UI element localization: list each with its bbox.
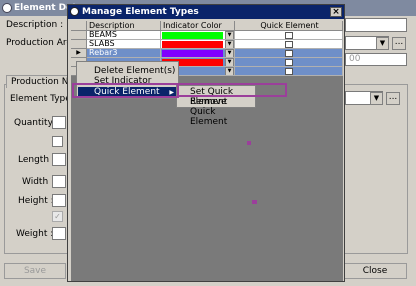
color-swatch (162, 41, 223, 48)
quick-element-checkbox[interactable] (285, 41, 293, 48)
color-dropdown-icon[interactable]: ▼ (225, 49, 234, 57)
close-icon[interactable]: × (330, 7, 342, 17)
indicator-color-cell[interactable]: ▼ (161, 40, 235, 49)
color-dropdown-icon[interactable]: ▼ (225, 40, 234, 48)
highlight-quick-element (72, 83, 179, 98)
element-type-browse-button[interactable]: ... (386, 92, 400, 105)
height-checkbox-checked[interactable]: ✓ (52, 211, 63, 222)
quantity-input[interactable] (52, 116, 66, 129)
element-type-dropdown-icon[interactable]: ▼ (370, 92, 383, 105)
menu-item-remove-quick-element[interactable]: Remove Quick Element (178, 97, 254, 127)
height-label: Height : (18, 196, 54, 206)
color-swatch (162, 50, 223, 57)
quick-element-checkbox[interactable] (285, 68, 293, 75)
app-icon (2, 3, 12, 13)
column-header-indicator-color[interactable]: Indicator Color (161, 21, 235, 31)
quick-element-cell[interactable] (235, 58, 343, 67)
color-dropdown-icon[interactable]: ▼ (225, 31, 234, 39)
annotation-dot (252, 200, 257, 204)
description-cell[interactable]: BEAMS (87, 31, 161, 40)
column-header-quick-element[interactable]: Quick Element (235, 21, 343, 31)
dialog-title: Manage Element Types (82, 7, 199, 17)
right-value-field[interactable]: 00 (345, 53, 407, 66)
color-dropdown-icon[interactable]: ▼ (225, 67, 234, 75)
quick-element-cell[interactable] (235, 40, 343, 49)
height-input[interactable] (52, 194, 66, 207)
grid-header: Description Indicator Color Quick Elemen… (71, 21, 343, 31)
header-corner (71, 21, 87, 31)
quick-element-checkbox[interactable] (285, 50, 293, 57)
close-button[interactable]: Close (343, 263, 407, 279)
quick-element-cell[interactable] (235, 31, 343, 40)
quick-element-cell[interactable] (235, 67, 343, 76)
quick-element-cell[interactable] (235, 49, 343, 58)
length-label: Length : (18, 155, 55, 165)
length-input[interactable] (52, 153, 66, 166)
dialog-app-icon (70, 7, 79, 16)
color-swatch (162, 32, 223, 39)
annotation-dot (247, 141, 251, 145)
production-area-dropdown-icon[interactable]: ▼ (376, 37, 389, 50)
column-header-description[interactable]: Description (87, 21, 161, 31)
option-checkbox[interactable] (52, 136, 63, 147)
description-label: Description : (6, 20, 64, 30)
manage-element-types-dialog: Manage Element Types × Description Indic… (67, 4, 345, 282)
indicator-color-cell[interactable]: ▼ (161, 31, 235, 40)
save-button[interactable]: Save (4, 263, 66, 279)
quick-element-checkbox[interactable] (285, 32, 293, 39)
row-indicator[interactable] (71, 40, 87, 49)
description-cell[interactable]: SLABS (87, 40, 161, 49)
width-label: Width : (22, 177, 55, 187)
description-cell[interactable]: Rebar3 (87, 49, 161, 58)
element-types-grid: Description Indicator Color Quick Elemen… (71, 21, 343, 281)
weight-label: Weight : (16, 229, 54, 239)
row-indicator[interactable]: ▶ (71, 49, 87, 58)
table-row[interactable]: SLABS ▼ (71, 40, 343, 49)
table-row[interactable]: BEAMS ▼ (71, 31, 343, 40)
production-area-browse-button[interactable]: ... (392, 37, 406, 50)
description-input[interactable] (345, 18, 407, 32)
width-input[interactable] (52, 175, 66, 188)
table-row[interactable]: ▶ Rebar3 ▼ (71, 49, 343, 58)
quick-element-checkbox[interactable] (285, 59, 293, 66)
weight-input[interactable] (52, 227, 66, 240)
highlight-set-quick-element (177, 83, 287, 97)
row-indicator[interactable] (71, 31, 87, 40)
color-dropdown-icon[interactable]: ▼ (225, 58, 234, 66)
dialog-titlebar: Manage Element Types × (68, 5, 344, 19)
indicator-color-cell[interactable]: ▼ (161, 49, 235, 58)
